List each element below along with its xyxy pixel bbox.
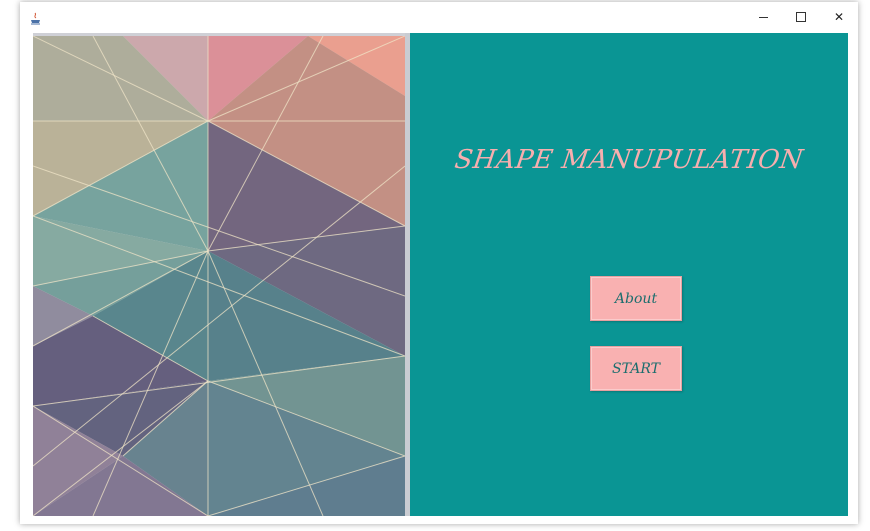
app-title: SHAPE MANUPULATION <box>452 145 806 175</box>
content-area: SHAPE MANUPULATION About START <box>33 33 848 516</box>
minimize-button[interactable] <box>744 2 782 32</box>
about-button[interactable]: About <box>590 276 682 321</box>
geometric-art-image <box>33 33 405 516</box>
maximize-button[interactable] <box>782 2 820 32</box>
menu-panel: SHAPE MANUPULATION About START <box>410 33 848 516</box>
geometric-pattern <box>33 36 405 516</box>
start-button[interactable]: START <box>590 346 682 391</box>
title-bar[interactable]: ✕ <box>20 2 858 32</box>
minimize-icon <box>758 16 768 18</box>
close-button[interactable]: ✕ <box>820 2 858 32</box>
maximize-icon <box>796 12 806 22</box>
java-app-icon <box>31 12 40 25</box>
app-window: ✕ SHAPE MANUPULATION About START <box>20 2 858 524</box>
close-icon: ✕ <box>833 10 845 24</box>
